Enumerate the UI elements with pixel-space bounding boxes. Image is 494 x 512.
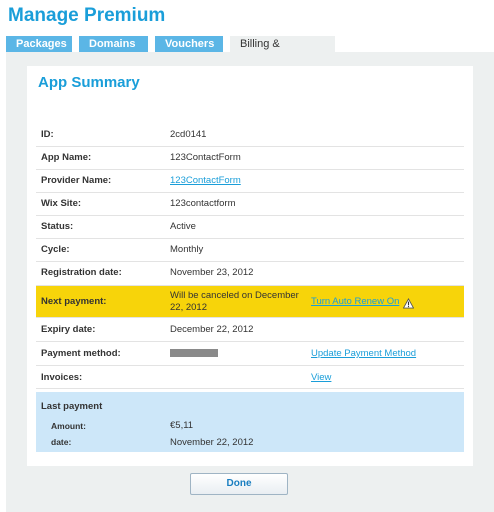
tab-domains[interactable]: Domains — [79, 36, 148, 52]
provider-link[interactable]: 123ContactForm — [170, 175, 241, 186]
warning-icon — [403, 298, 414, 309]
row-value: Monthly — [170, 244, 204, 255]
next-payment-line1: Will be canceled on December — [170, 290, 299, 301]
tab-bar: Packages Domains Vouchers Billing & Paym… — [6, 36, 342, 66]
app-summary-card: App Summary ID: 2cd0141 App Name: 123Con… — [27, 66, 473, 466]
row-provider-name: Provider Name: 123ContactForm — [36, 170, 464, 193]
tab-billing-payment[interactable]: Billing & Payment — [230, 36, 335, 66]
billing-panel: App Summary ID: 2cd0141 App Name: 123Con… — [6, 52, 494, 512]
row-registration-date: Registration date: November 23, 2012 — [36, 262, 464, 286]
row-label: Status: — [41, 221, 74, 232]
row-label: Next payment: — [41, 296, 107, 307]
row-value: 2cd0141 — [170, 129, 207, 140]
update-payment-method-link[interactable]: Update Payment Method — [311, 348, 416, 359]
row-label: Invoices: — [41, 372, 83, 383]
row-value: Active — [170, 221, 196, 232]
row-app-name: App Name: 123ContactForm — [36, 147, 464, 170]
turn-auto-renew-on-link[interactable]: Turn Auto Renew On — [311, 296, 399, 307]
tab-vouchers[interactable]: Vouchers — [155, 36, 223, 52]
row-label: Expiry date: — [41, 324, 96, 335]
row-label: Cycle: — [41, 244, 70, 255]
view-invoices-link[interactable]: View — [311, 372, 331, 383]
date-value: November 22, 2012 — [170, 437, 254, 448]
row-value: December 22, 2012 — [170, 324, 254, 335]
row-value: 123contactform — [170, 198, 236, 209]
row-label: ID: — [41, 129, 54, 140]
row-cycle: Cycle: Monthly — [36, 239, 464, 262]
row-next-payment: Next payment: Will be canceled on Decemb… — [36, 286, 464, 318]
row-status: Status: Active — [36, 216, 464, 239]
row-invoices: Invoices: View — [36, 366, 464, 389]
next-payment-line2: 22, 2012 — [170, 302, 207, 313]
masked-payment-method — [170, 348, 218, 359]
row-label: Registration date: — [41, 267, 122, 278]
row-payment-method: Payment method: Update Payment Method — [36, 342, 464, 366]
row-expiry-date: Expiry date: December 22, 2012 — [36, 318, 464, 342]
page-title: Manage Premium — [8, 5, 166, 26]
row-value: 123ContactForm — [170, 152, 241, 163]
last-payment-section: Last payment Amount: €5,11 date: Novembe… — [36, 392, 464, 452]
tab-packages[interactable]: Packages — [6, 36, 72, 52]
summary-table: ID: 2cd0141 App Name: 123ContactForm Pro… — [36, 124, 464, 452]
row-value: November 23, 2012 — [170, 267, 254, 278]
redacted-block — [170, 349, 218, 358]
last-payment-title: Last payment — [41, 401, 103, 412]
amount-label: Amount: — [51, 421, 86, 431]
date-label: date: — [51, 437, 72, 447]
amount-value: €5,11 — [170, 420, 194, 431]
row-label: Payment method: — [41, 348, 121, 359]
row-label: Provider Name: — [41, 175, 112, 186]
row-id: ID: 2cd0141 — [36, 124, 464, 147]
app-summary-title: App Summary — [38, 74, 140, 91]
done-button[interactable]: Done — [190, 473, 288, 495]
row-label: App Name: — [41, 152, 92, 163]
row-wix-site: Wix Site: 123contactform — [36, 193, 464, 216]
row-label: Wix Site: — [41, 198, 82, 209]
